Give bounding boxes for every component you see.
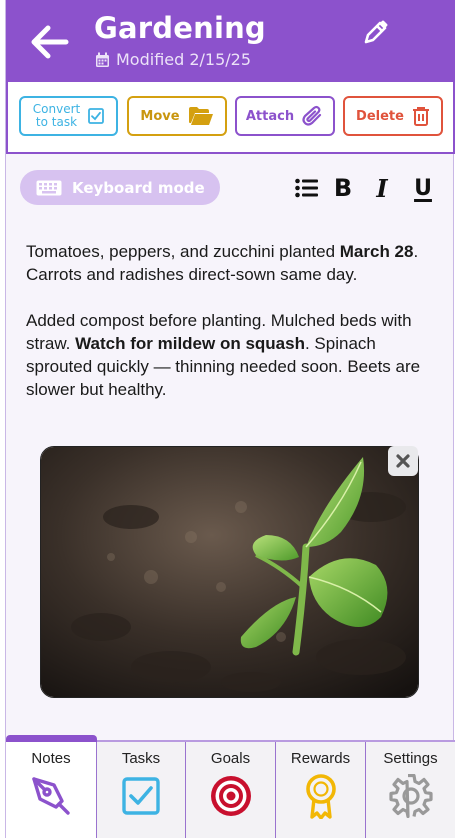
- bottom-nav: Notes Tasks Goals Rewards Settings: [6, 735, 455, 838]
- nav-rewards-label: Rewards: [290, 750, 351, 767]
- pencil-icon: [364, 20, 388, 44]
- nav-tasks[interactable]: Tasks: [97, 742, 186, 838]
- underline-button[interactable]: U: [409, 174, 437, 202]
- nav-tasks-label: Tasks: [121, 750, 161, 767]
- nav-goals-label: Goals: [210, 750, 251, 767]
- seedling-image: [41, 447, 418, 697]
- checkbox-icon: [88, 108, 105, 124]
- note-bold-text: Watch for mildew on squash: [75, 334, 305, 353]
- attached-photo[interactable]: [40, 446, 419, 698]
- checkbox-icon: [122, 777, 160, 815]
- bold-button[interactable]: B: [329, 174, 357, 202]
- nav-goals[interactable]: Goals: [186, 742, 276, 838]
- calendar-icon: [96, 52, 109, 67]
- convert-label: Convert to task: [33, 103, 80, 129]
- note-paragraph: Added compost before planting. Mulched b…: [26, 309, 436, 401]
- pen-nib-icon: [32, 777, 70, 815]
- keyboard-icon: [36, 180, 62, 195]
- close-icon: [396, 454, 410, 468]
- nav-notes-label: Notes: [31, 750, 71, 767]
- bullet-list-button[interactable]: [293, 174, 321, 202]
- nav-settings-label: Settings: [383, 750, 438, 767]
- convert-to-task-button[interactable]: Convert to task: [19, 96, 118, 136]
- keyboard-mode-button[interactable]: Keyboard mode: [20, 170, 220, 205]
- delete-button[interactable]: Delete: [343, 96, 443, 136]
- list-icon: [295, 178, 318, 198]
- back-button[interactable]: [28, 22, 72, 62]
- note-paragraph: Tomatoes, peppers, and zucchini planted …: [26, 240, 436, 286]
- gear-icon: [388, 774, 433, 818]
- italic-button[interactable]: I: [368, 174, 396, 203]
- note-title: Gardening: [94, 11, 266, 45]
- action-bar: Convert to task Move Attach Delete: [6, 82, 455, 154]
- nav-settings[interactable]: Settings: [366, 742, 455, 838]
- remove-image-button[interactable]: [388, 446, 418, 476]
- keyboard-mode-label: Keyboard mode: [72, 178, 205, 197]
- header: Gardening Modified 2/15/25: [6, 0, 455, 82]
- edit-title-button[interactable]: [360, 18, 390, 46]
- attach-label: Attach: [245, 108, 295, 124]
- note-bold-text: March 28: [339, 242, 414, 261]
- delete-label: Delete: [356, 108, 404, 124]
- attach-button[interactable]: Attach: [235, 96, 335, 136]
- nav-rewards[interactable]: Rewards: [276, 742, 366, 838]
- convert-label-line2: to task: [35, 115, 78, 129]
- modified-text: Modified 2/15/25: [116, 50, 252, 69]
- modified-date: Modified 2/15/25: [95, 50, 251, 69]
- arrow-left-icon: [31, 25, 69, 59]
- nav-notes[interactable]: Notes: [6, 735, 97, 838]
- note-body[interactable]: Tomatoes, peppers, and zucchini planted …: [26, 240, 436, 424]
- paperclip-icon: [302, 105, 322, 126]
- target-icon: [210, 776, 251, 816]
- note-text: Tomatoes, peppers, and zucchini planted: [26, 242, 340, 261]
- move-button[interactable]: Move: [127, 96, 227, 136]
- trash-icon: [412, 107, 429, 126]
- folder-open-icon: [188, 107, 213, 125]
- award-ribbon-icon: [305, 774, 336, 819]
- app-frame: Gardening Modified 2/15/25 Convert to ta…: [5, 0, 455, 838]
- move-label: Move: [140, 108, 180, 124]
